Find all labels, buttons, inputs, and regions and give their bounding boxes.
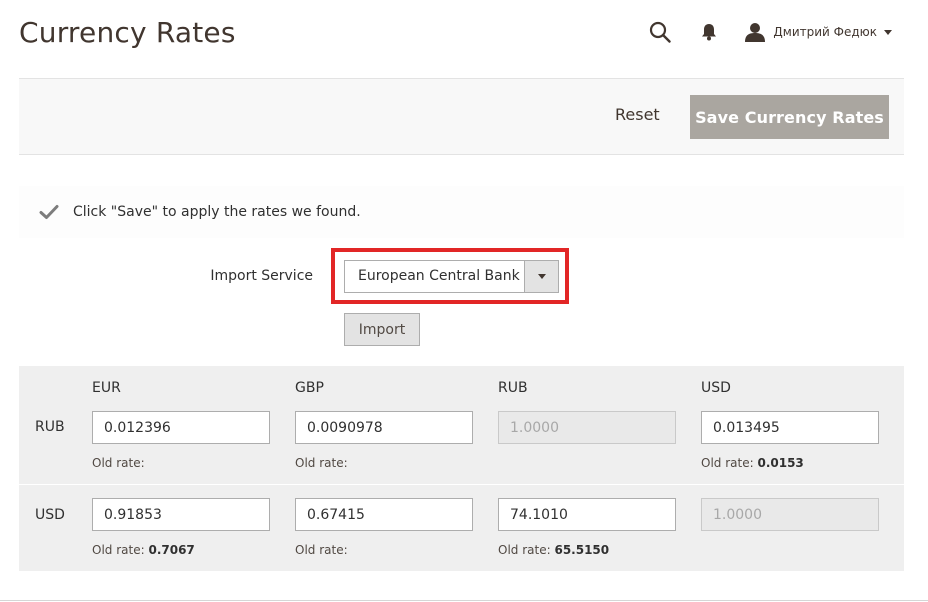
old-rate-rub-gbp: Old rate:	[295, 456, 348, 470]
old-rate-rub-usd: Old rate: 0.0153	[701, 456, 804, 470]
column-header-usd: USD	[701, 380, 731, 396]
old-rate-usd-rub: Old rate: 65.5150	[498, 543, 610, 557]
select-arrow[interactable]	[524, 261, 558, 292]
import-service-value: European Central Bank	[358, 268, 520, 284]
rate-input-usd-gbp[interactable]	[295, 498, 473, 531]
old-rate-usd-gbp: Old rate:	[295, 543, 348, 557]
column-header-eur: EUR	[92, 380, 121, 396]
reset-button[interactable]: Reset	[615, 105, 660, 124]
row-label-rub: RUB	[35, 419, 65, 435]
column-header-rub: RUB	[498, 380, 528, 396]
save-currency-rates-button[interactable]: Save Currency Rates	[690, 95, 889, 139]
user-icon	[745, 22, 766, 42]
user-menu[interactable]: Дмитрий Федюк	[745, 22, 892, 42]
chevron-down-icon	[884, 29, 892, 35]
bell-icon[interactable]	[701, 23, 717, 41]
check-icon	[39, 204, 59, 220]
import-service-label: Import Service	[210, 268, 313, 284]
header-actions: Дмитрий Федюк	[649, 18, 892, 46]
rate-input-rub-gbp[interactable]	[295, 411, 473, 444]
old-rate-usd-eur: Old rate: 0.7067	[92, 543, 195, 557]
page-bottom-divider	[0, 600, 928, 601]
row-label-usd: USD	[35, 507, 65, 523]
chevron-down-icon	[537, 274, 546, 279]
row-divider	[19, 484, 904, 485]
search-icon[interactable]	[649, 21, 672, 43]
rates-table: EUR GBP RUB USD RUB Old rate: Old rate: …	[19, 366, 904, 571]
rate-input-rub-eur[interactable]	[92, 411, 270, 444]
rate-input-usd-rub[interactable]	[498, 498, 676, 531]
column-header-gbp: GBP	[295, 380, 324, 396]
user-name: Дмитрий Федюк	[773, 25, 877, 39]
old-rate-rub-eur: Old rate:	[92, 456, 145, 470]
import-button[interactable]: Import	[344, 313, 420, 346]
page-title: Currency Rates	[19, 16, 236, 49]
info-message: Click "Save" to apply the rates we found…	[19, 186, 904, 238]
rate-input-rub-rub	[498, 411, 676, 444]
import-service-select[interactable]: European Central Bank	[344, 260, 559, 293]
rate-input-usd-eur[interactable]	[92, 498, 270, 531]
rate-input-usd-usd	[701, 498, 879, 531]
import-service-highlight: European Central Bank	[331, 248, 569, 304]
page-actions-bar: Reset Save Currency Rates	[19, 78, 904, 155]
rate-input-rub-usd[interactable]	[701, 411, 879, 444]
message-text: Click "Save" to apply the rates we found…	[73, 204, 361, 220]
